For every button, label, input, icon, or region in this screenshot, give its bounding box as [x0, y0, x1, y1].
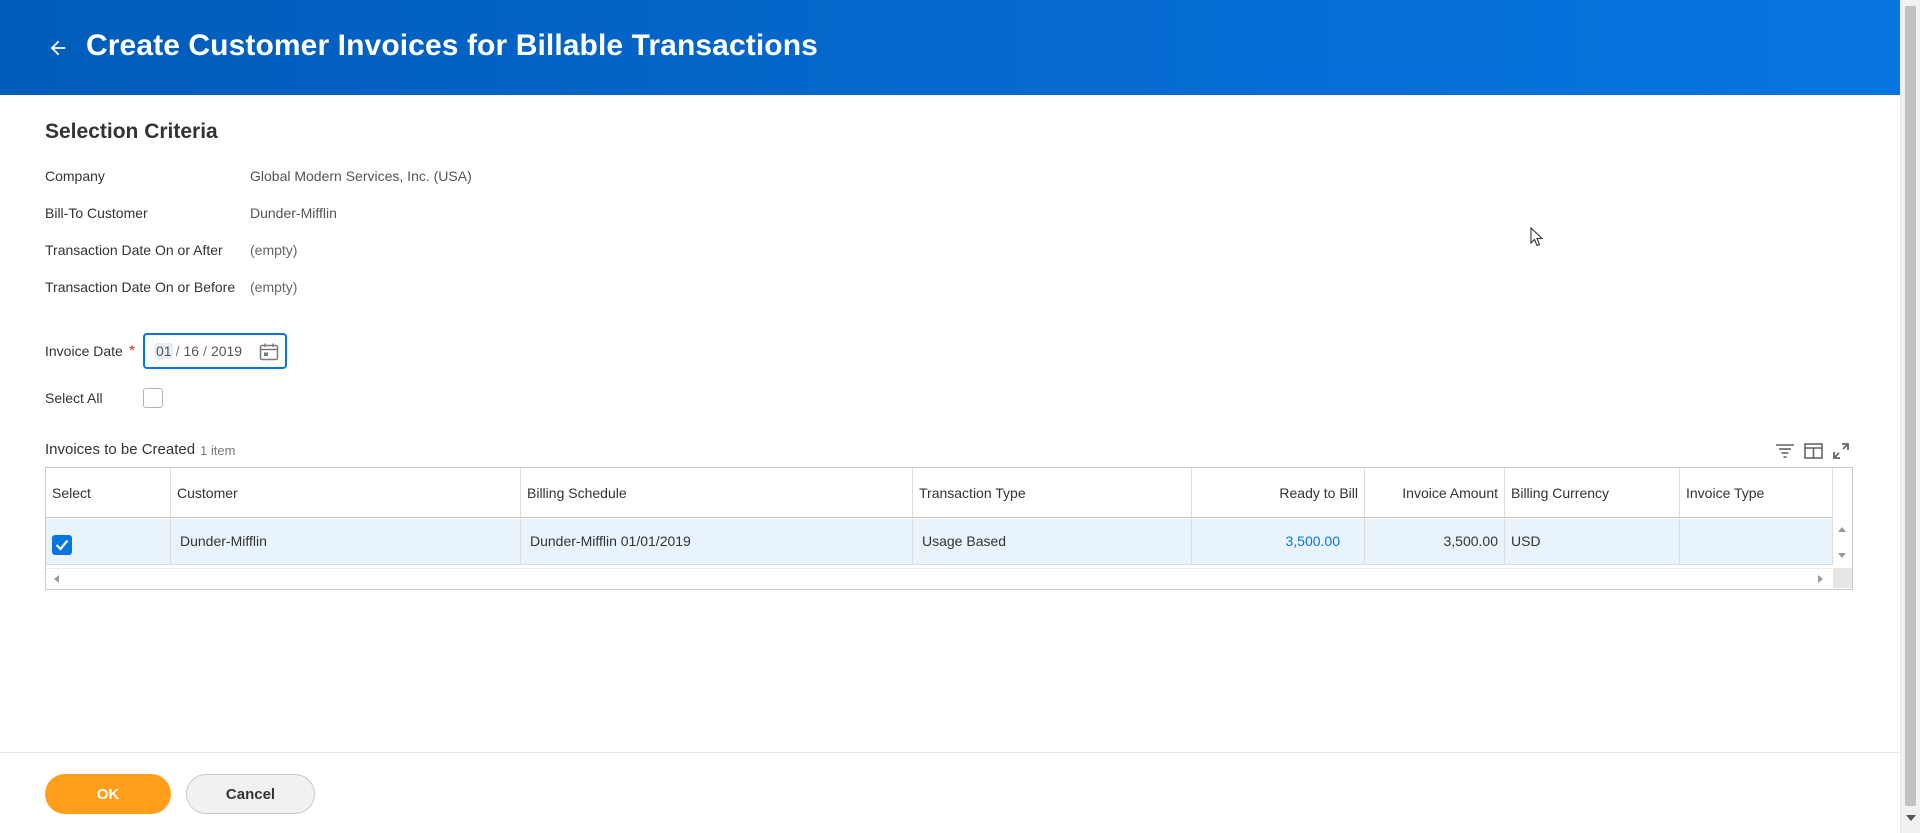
column-header-select[interactable]: Select [46, 468, 171, 517]
invoice-date-input[interactable]: 01 / 16 / 2019 [143, 333, 287, 369]
scroll-up-arrow-icon[interactable] [1838, 527, 1846, 532]
select-all-checkbox[interactable] [143, 388, 163, 408]
field-value-date-on-or-after: (empty) [250, 242, 298, 258]
required-indicator: * [128, 343, 136, 360]
invoice-date-label: Invoice Date * [45, 343, 135, 361]
field-label-company: Company [45, 168, 105, 184]
invoice-date-label-text: Invoice Date [45, 343, 123, 359]
scroll-down-arrow-icon[interactable] [1838, 553, 1846, 558]
table-row[interactable]: Dunder-Mifflin Dunder-Mifflin 01/01/2019… [46, 519, 1833, 565]
field-value-bill-to-customer: Dunder-Mifflin [250, 205, 337, 221]
field-value-company: Global Modern Services, Inc. (USA) [250, 168, 472, 184]
select-all-label: Select All [45, 390, 103, 406]
scroll-left-arrow-icon[interactable] [54, 575, 59, 583]
column-header-transaction-type[interactable]: Transaction Type [913, 468, 1192, 517]
grid-item-count: 1 item [200, 443, 236, 458]
column-header-invoice-amount[interactable]: Invoice Amount [1365, 468, 1505, 517]
checkmark-icon [55, 539, 69, 551]
page-header: Create Customer Invoices for Billable Tr… [0, 0, 1900, 95]
column-header-invoice-type[interactable]: Invoice Type [1680, 468, 1833, 517]
column-layout-icon [1803, 443, 1823, 459]
ok-button[interactable]: OK [45, 774, 171, 814]
cell-invoice-type [1680, 519, 1833, 564]
field-value-date-on-or-before: (empty) [250, 279, 298, 295]
field-label-bill-to-customer: Bill-To Customer [45, 205, 148, 221]
grid-horizontal-scrollbar[interactable] [46, 568, 1833, 588]
filter-button[interactable] [1774, 440, 1796, 462]
grid-vertical-scrollbar[interactable] [1833, 519, 1852, 565]
column-header-billing-schedule[interactable]: Billing Schedule [521, 468, 913, 517]
grid-header-row: Select Customer Billing Schedule Transac… [46, 468, 1833, 518]
row-select-checkbox[interactable] [52, 535, 72, 555]
expand-button[interactable] [1830, 440, 1852, 462]
date-year-segment[interactable]: 2019 [210, 343, 243, 359]
column-header-customer[interactable]: Customer [171, 468, 521, 517]
date-separator: / [203, 343, 207, 359]
cell-ready-to-bill: 3,500.00 [1192, 519, 1365, 564]
invoices-grid: Select Customer Billing Schedule Transac… [45, 467, 1853, 590]
cancel-button[interactable]: Cancel [186, 774, 315, 814]
mouse-cursor-icon [1530, 227, 1544, 247]
expand-icon [1833, 443, 1849, 459]
column-header-ready-to-bill[interactable]: Ready to Bill [1192, 468, 1365, 517]
filter-icon [1776, 444, 1794, 458]
scroll-right-arrow-icon[interactable] [1818, 575, 1823, 583]
date-separator: / [175, 343, 180, 359]
back-button[interactable] [44, 34, 72, 62]
arrow-left-icon [50, 40, 66, 56]
page-title: Create Customer Invoices for Billable Tr… [86, 29, 818, 62]
cell-customer: Dunder-Mifflin [171, 519, 521, 564]
scroll-down-arrow-icon[interactable] [1906, 815, 1916, 821]
section-title-selection-criteria: Selection Criteria [45, 120, 218, 143]
cell-select [46, 519, 171, 564]
column-header-billing-currency[interactable]: Billing Currency [1505, 468, 1680, 517]
cell-billing-schedule: Dunder-Mifflin 01/01/2019 [521, 519, 913, 564]
calendar-icon[interactable] [259, 343, 279, 361]
page-scrollbar-thumb[interactable] [1905, 6, 1916, 806]
cell-transaction-type: Usage Based [913, 519, 1192, 564]
date-day-segment[interactable]: 16 [182, 343, 200, 359]
ready-to-bill-link[interactable]: 3,500.00 [1286, 533, 1341, 549]
scrollbar-corner [1833, 568, 1852, 588]
page-scrollbar[interactable] [1900, 0, 1920, 833]
column-layout-button[interactable] [1802, 440, 1824, 462]
field-label-date-on-or-before: Transaction Date On or Before [45, 279, 236, 295]
cell-billing-currency: USD [1505, 519, 1680, 564]
date-month-segment[interactable]: 01 [155, 343, 173, 359]
field-label-date-on-or-after: Transaction Date On or After [45, 242, 223, 258]
grid-title: Invoices to be Created [45, 441, 196, 458]
cell-invoice-amount: 3,500.00 [1365, 519, 1505, 564]
